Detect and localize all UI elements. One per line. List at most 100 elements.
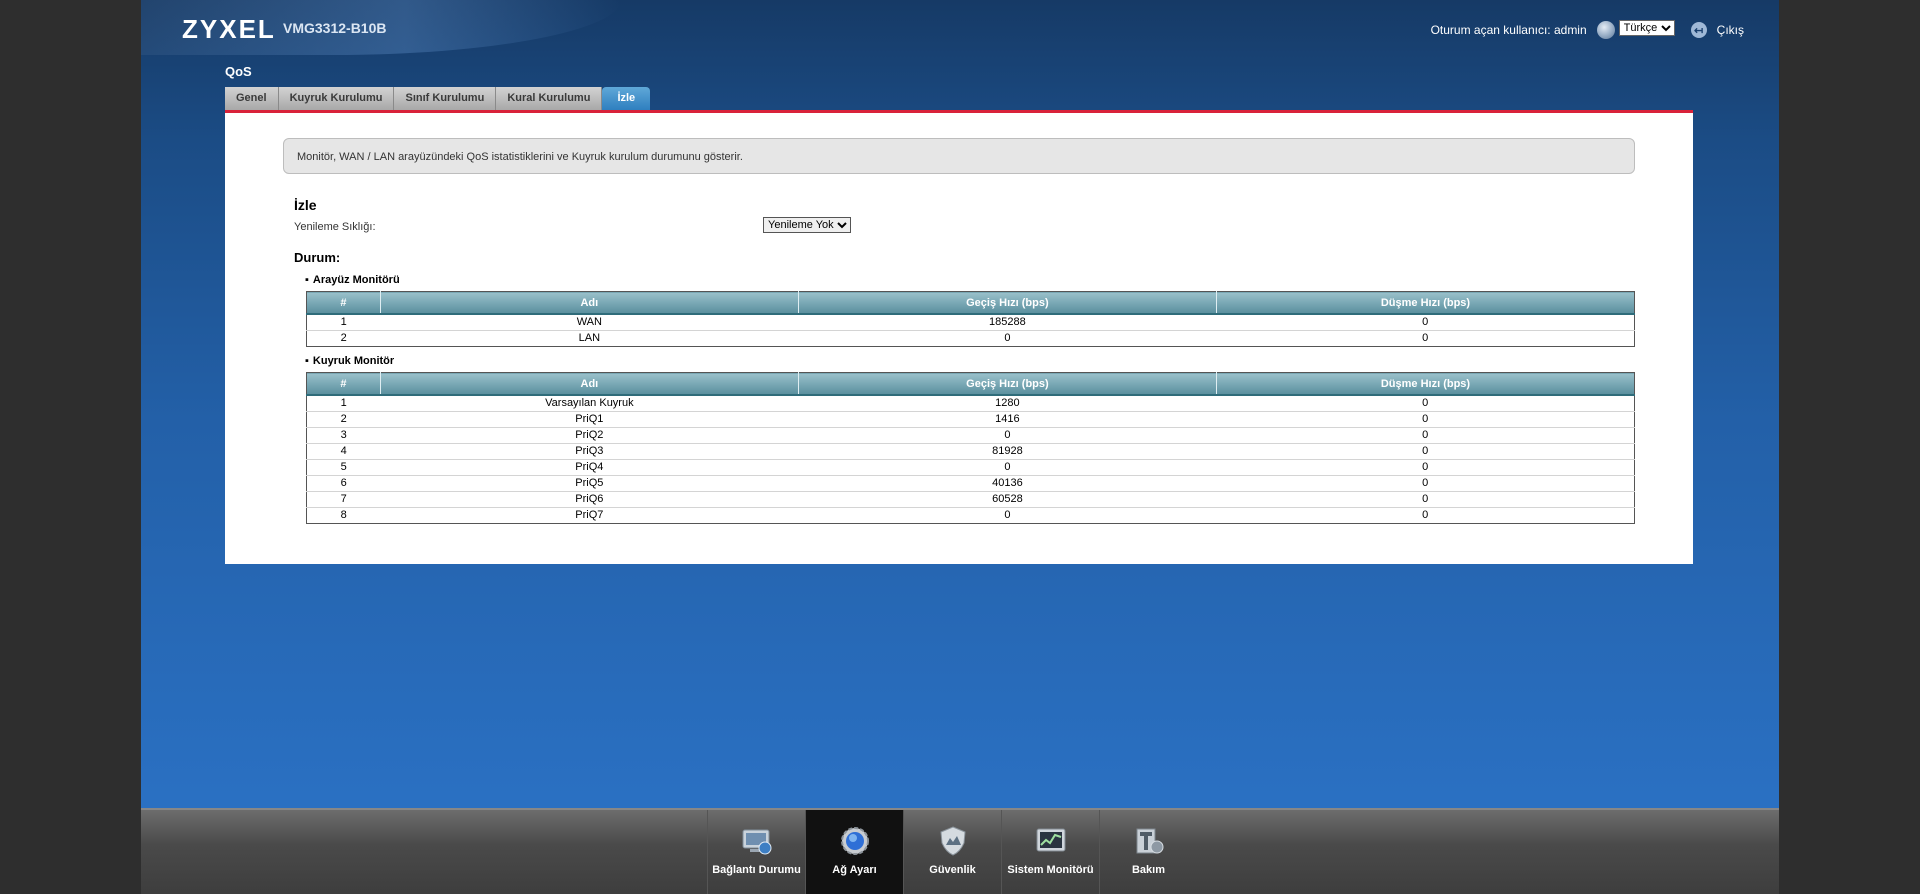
column-header: Geçiş Hızı (bps) xyxy=(797,372,1217,396)
section-title: İzle xyxy=(294,197,317,213)
logout-link[interactable]: Çıkış xyxy=(1717,23,1744,37)
queue-row: 3 PriQ2 0 0 xyxy=(306,427,1635,444)
logout-icon[interactable]: ↤ xyxy=(1690,22,1707,38)
interface-monitor-table: # Adı Geçiş Hızı (bps) Düşme Hızı (bps) … xyxy=(306,291,1635,347)
table-cell: PriQ4 xyxy=(380,459,799,476)
table-cell: WAN xyxy=(380,314,799,331)
nav-label: Bakım xyxy=(1131,864,1166,876)
table-cell: 0 xyxy=(1004,332,1011,344)
table-cell: 6 xyxy=(306,475,381,492)
column-header: Geçiş Hızı (bps) xyxy=(797,291,1217,315)
security-shield-icon xyxy=(939,826,966,856)
status-title: Durum: xyxy=(294,250,341,265)
table-cell: PriQ2 xyxy=(380,427,799,444)
router-app: ZYXEL VMG3312-B10B Oturum açan kullanıcı… xyxy=(141,0,1779,894)
queue-monitor-title: Kuyruk Monitör xyxy=(305,355,394,367)
table-cell: Varsayılan Kuyruk xyxy=(380,395,799,412)
queue-row: 2 PriQ1 1416 0 xyxy=(306,411,1635,428)
table-cell: PriQ6 xyxy=(380,491,799,508)
table-cell: 0 xyxy=(798,427,1217,444)
queue-row: 4 PriQ3 81928 0 xyxy=(306,443,1635,460)
main-nav: Bağlantı Durumu Ağ Ayarı Güvenlik Sistem… xyxy=(707,810,1197,894)
table-cell: 1280 xyxy=(798,395,1217,412)
table-cell: 7 xyxy=(306,491,381,508)
interface-monitor-body: 1 WAN 185288 0 2 LAN 0 0 xyxy=(306,314,1635,347)
table-cell: 185288 xyxy=(798,314,1217,331)
language-select[interactable]: Türkçe xyxy=(1618,20,1675,36)
column-header: # xyxy=(306,291,381,315)
table-header-row: # Adı Geçiş Hızı (bps) Düşme Hızı (bps) xyxy=(306,372,1635,396)
network-settings-icon xyxy=(840,827,869,855)
tab-class-setup[interactable]: Sınıf Kurulumu xyxy=(394,87,497,110)
table-cell: 3 xyxy=(306,427,381,444)
table-cell: LAN xyxy=(578,332,601,344)
header-user-area: Oturum açan kullanıcı: admin Türkçe ↤ Çı… xyxy=(1430,20,1744,39)
logged-in-user: Oturum açan kullanıcı: admin xyxy=(1430,23,1587,37)
queue-row: 7 PriQ6 60528 0 xyxy=(306,491,1635,508)
table-cell: PriQ5 xyxy=(380,475,799,492)
table-cell: 1 xyxy=(306,314,381,331)
queue-row: 5 PriQ4 0 0 xyxy=(306,459,1635,476)
table-cell: 60528 xyxy=(798,491,1217,508)
nav-security[interactable]: Güvenlik xyxy=(903,810,1001,894)
column-header: Adı xyxy=(379,372,799,396)
table-cell: 0 xyxy=(798,459,1217,476)
table-cell: 0 xyxy=(1216,459,1635,476)
table-cell: 0 xyxy=(1216,475,1635,492)
queue-row: 6 PriQ5 40136 0 xyxy=(306,475,1635,492)
column-header: Düşme Hızı (bps) xyxy=(1215,372,1635,396)
nav-network-settings[interactable]: Ağ Ayarı xyxy=(805,810,903,894)
tab-bar: Genel Kuyruk Kurulumu Sınıf Kurulumu Kur… xyxy=(225,87,651,110)
table-cell: PriQ1 xyxy=(380,411,799,428)
table-cell: 1416 xyxy=(798,411,1217,428)
info-box: Monitör, WAN / LAN arayüzündeki QoS ista… xyxy=(283,138,1635,174)
table-cell: 8 xyxy=(340,509,347,521)
table-cell: 0 xyxy=(1216,314,1635,331)
column-header: Düşme Hızı (bps) xyxy=(1215,291,1635,315)
table-cell: 0 xyxy=(1422,509,1429,521)
nav-label: Sistem Monitörü xyxy=(1007,864,1094,876)
table-cell: PriQ3 xyxy=(380,443,799,460)
interface-monitor-title: Arayüz Monitörü xyxy=(305,274,400,286)
refresh-frequency-select[interactable]: Yenileme Yok xyxy=(763,217,851,233)
table-cell: 5 xyxy=(306,459,381,476)
model-name: VMG3312-B10B xyxy=(283,20,387,36)
zyxel-logo: ZYXEL xyxy=(182,14,276,44)
tab-monitor[interactable]: İzle xyxy=(602,87,651,110)
table-cell: 0 xyxy=(1422,332,1429,344)
table-cell: PriQ7 xyxy=(575,509,604,521)
nav-label: Güvenlik xyxy=(929,864,976,876)
column-header: # xyxy=(306,372,381,396)
table-cell: 0 xyxy=(1216,411,1635,428)
queue-monitor-body: 1 Varsayılan Kuyruk 1280 0 2 PriQ1 1416 0 3 PriQ2… xyxy=(306,395,1635,524)
tab-general[interactable]: Genel xyxy=(225,87,279,110)
table-cell: 0 xyxy=(1216,491,1635,508)
table-cell: 0 xyxy=(1216,443,1635,460)
interface-row: 2 LAN 0 0 xyxy=(307,331,1635,347)
bottom-nav-bar: Bağlantı Durumu Ağ Ayarı Güvenlik Sistem… xyxy=(141,808,1779,894)
table-cell: 40136 xyxy=(798,475,1217,492)
table-cell: 2 xyxy=(306,411,381,428)
nav-label: Bağlantı Durumu xyxy=(712,864,801,876)
interface-row: 1 WAN 185288 0 xyxy=(306,314,1635,331)
tab-queue-setup[interactable]: Kuyruk Kurulumu xyxy=(278,87,395,110)
nav-connection-status[interactable]: Bağlantı Durumu xyxy=(707,810,805,894)
queue-monitor-table: # Adı Geçiş Hızı (bps) Düşme Hızı (bps) … xyxy=(306,372,1635,524)
refresh-frequency-label: Yenileme Sıklığı: xyxy=(294,221,376,233)
nav-maintenance[interactable]: Bakım xyxy=(1099,810,1197,894)
column-header: Adı xyxy=(379,291,799,315)
connection-status-icon xyxy=(742,829,771,855)
table-cell: 1 xyxy=(306,395,381,412)
tab-rule-setup[interactable]: Kural Kurulumu xyxy=(496,87,603,110)
table-cell: 0 xyxy=(1216,427,1635,444)
table-cell: 2 xyxy=(340,332,347,344)
system-monitor-icon xyxy=(1036,828,1065,852)
table-cell: 0 xyxy=(1004,509,1011,521)
nav-system-monitor[interactable]: Sistem Monitörü xyxy=(1001,810,1099,894)
nav-label: Ağ Ayarı xyxy=(832,864,877,876)
table-header-row: # Adı Geçiş Hızı (bps) Düşme Hızı (bps) xyxy=(306,291,1635,315)
queue-row: 1 Varsayılan Kuyruk 1280 0 xyxy=(306,395,1635,412)
maintenance-icon xyxy=(1136,828,1163,854)
page-title: QoS xyxy=(225,64,252,79)
content-panel: Monitör, WAN / LAN arayüzündeki QoS ista… xyxy=(225,110,1693,564)
